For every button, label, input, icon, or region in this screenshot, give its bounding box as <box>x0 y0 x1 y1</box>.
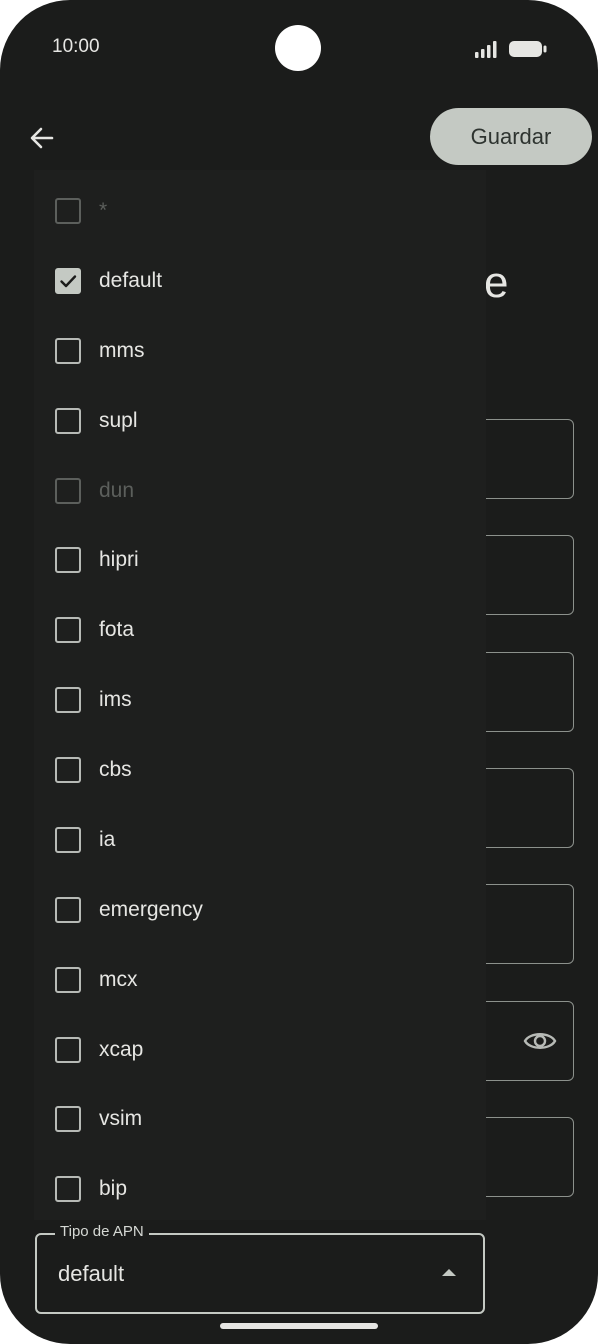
checkbox[interactable] <box>55 1176 81 1202</box>
menu-item-cbs[interactable]: cbs <box>34 742 486 802</box>
eye-icon[interactable] <box>522 1026 558 1056</box>
checkbox[interactable] <box>55 687 81 713</box>
checkbox[interactable] <box>55 1106 81 1132</box>
back-button[interactable] <box>26 122 58 154</box>
menu-item-fota[interactable]: fota <box>34 602 486 662</box>
checkbox[interactable] <box>55 547 81 573</box>
menu-item-mcx[interactable]: mcx <box>34 952 486 1012</box>
menu-item-label: fota <box>99 618 135 641</box>
apn-type-menu: * default mms supl dun hipri fota ims cb… <box>34 170 486 1220</box>
text-field[interactable] <box>478 535 574 615</box>
menu-item-label: * <box>99 199 108 222</box>
text-field[interactable] <box>478 652 574 732</box>
checkbox <box>55 478 81 504</box>
menu-item-ia[interactable]: ia <box>34 812 486 872</box>
menu-item-hipri[interactable]: hipri <box>34 532 486 592</box>
battery-icon <box>509 41 547 57</box>
checkbox[interactable] <box>55 757 81 783</box>
checkbox <box>55 198 81 224</box>
checkbox[interactable] <box>55 1037 81 1063</box>
menu-item-bip[interactable]: bip <box>34 1161 486 1221</box>
menu-item-label: ia <box>99 828 116 851</box>
menu-item-supl[interactable]: supl <box>34 393 486 453</box>
menu-item-label: xcap <box>99 1038 144 1061</box>
checkbox[interactable] <box>55 827 81 853</box>
menu-item-label: emergency <box>99 898 203 921</box>
checkbox[interactable] <box>55 408 81 434</box>
menu-item-emergency[interactable]: emergency <box>34 882 486 942</box>
page-title: e <box>484 258 509 307</box>
signal-icon <box>475 41 497 58</box>
text-field[interactable] <box>478 884 574 964</box>
menu-item-xcap[interactable]: xcap <box>34 1022 486 1082</box>
status-time: 10:00 <box>52 36 100 57</box>
phone-screen: 10:00 Guardar e * default mms supl dun h… <box>0 0 598 1344</box>
menu-item-label: default <box>99 269 163 292</box>
menu-item-label: ims <box>99 688 132 711</box>
menu-item-label: bip <box>99 1177 128 1200</box>
menu-item-mms[interactable]: mms <box>34 323 486 383</box>
menu-item-label: mms <box>99 339 145 362</box>
menu-item-label: cbs <box>99 758 132 781</box>
apn-type-dropdown[interactable]: Tipo de APN default <box>35 1223 485 1314</box>
menu-item-label: hipri <box>99 548 139 571</box>
gesture-navigation-bar[interactable] <box>220 1323 378 1329</box>
checkbox[interactable] <box>55 897 81 923</box>
checkbox[interactable] <box>55 617 81 643</box>
menu-item-default[interactable]: default <box>34 253 486 313</box>
back-arrow-icon <box>30 127 54 149</box>
checkbox[interactable] <box>55 967 81 993</box>
apn-type-value: default <box>58 1261 125 1286</box>
text-field[interactable] <box>478 419 574 499</box>
save-button[interactable]: Guardar <box>430 108 592 165</box>
dropdown-arrow-up-icon <box>442 1269 456 1276</box>
checkbox[interactable] <box>55 268 81 294</box>
menu-item-ims[interactable]: ims <box>34 672 486 732</box>
menu-item-star: * <box>34 183 486 243</box>
text-field[interactable] <box>478 1117 574 1197</box>
checkbox[interactable] <box>55 338 81 364</box>
menu-item-label: mcx <box>99 968 138 991</box>
front-camera <box>275 25 321 71</box>
menu-item-vsim[interactable]: vsim <box>34 1091 486 1151</box>
apn-type-label: Tipo de APN <box>55 1223 149 1240</box>
menu-item-label: dun <box>99 479 135 502</box>
menu-item-label: supl <box>99 409 138 432</box>
menu-item-dun: dun <box>34 463 486 523</box>
checkbox-checked-icon <box>60 275 77 288</box>
text-field[interactable] <box>478 768 574 848</box>
menu-item-label: vsim <box>99 1107 143 1130</box>
